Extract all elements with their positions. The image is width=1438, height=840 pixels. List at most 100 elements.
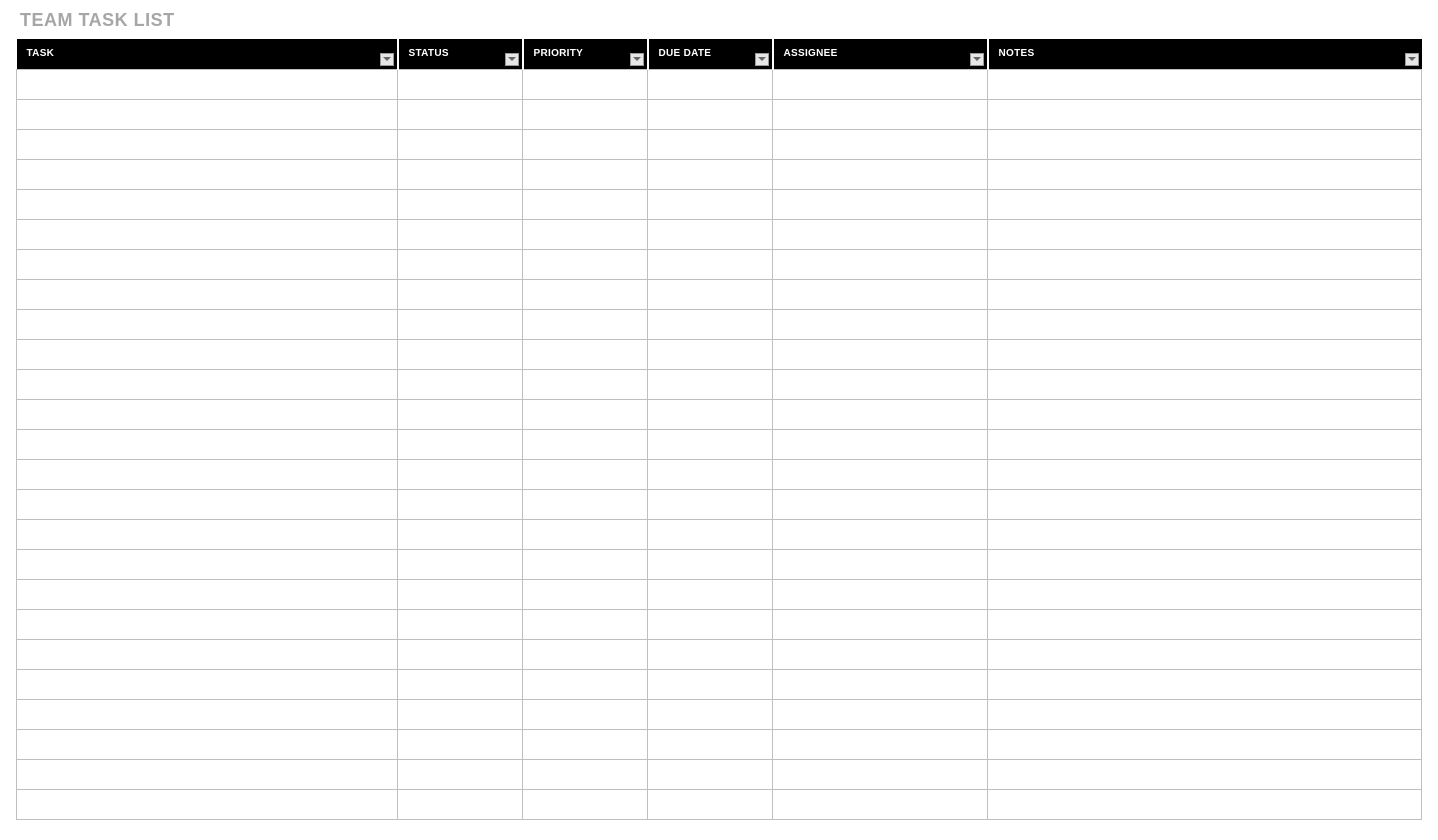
cell-assignee[interactable] <box>773 699 988 729</box>
cell-task[interactable] <box>17 429 398 459</box>
cell-notes[interactable] <box>988 219 1422 249</box>
cell-status[interactable] <box>398 399 523 429</box>
cell-notes[interactable] <box>988 369 1422 399</box>
cell-due_date[interactable] <box>648 579 773 609</box>
cell-priority[interactable] <box>523 729 648 759</box>
cell-notes[interactable] <box>988 249 1422 279</box>
cell-task[interactable] <box>17 759 398 789</box>
cell-assignee[interactable] <box>773 639 988 669</box>
filter-dropdown-icon[interactable] <box>630 53 644 66</box>
cell-notes[interactable] <box>988 309 1422 339</box>
cell-notes[interactable] <box>988 69 1422 99</box>
cell-task[interactable] <box>17 339 398 369</box>
cell-due_date[interactable] <box>648 429 773 459</box>
cell-priority[interactable] <box>523 339 648 369</box>
cell-task[interactable] <box>17 219 398 249</box>
cell-due_date[interactable] <box>648 549 773 579</box>
column-header-status[interactable]: STATUS <box>398 39 523 69</box>
cell-task[interactable] <box>17 279 398 309</box>
cell-due_date[interactable] <box>648 279 773 309</box>
cell-due_date[interactable] <box>648 489 773 519</box>
cell-status[interactable] <box>398 429 523 459</box>
cell-due_date[interactable] <box>648 249 773 279</box>
cell-assignee[interactable] <box>773 279 988 309</box>
cell-status[interactable] <box>398 339 523 369</box>
cell-assignee[interactable] <box>773 789 988 819</box>
cell-priority[interactable] <box>523 399 648 429</box>
cell-due_date[interactable] <box>648 219 773 249</box>
cell-assignee[interactable] <box>773 249 988 279</box>
cell-assignee[interactable] <box>773 759 988 789</box>
cell-assignee[interactable] <box>773 99 988 129</box>
column-header-notes[interactable]: NOTES <box>988 39 1422 69</box>
cell-due_date[interactable] <box>648 69 773 99</box>
cell-notes[interactable] <box>988 159 1422 189</box>
cell-status[interactable] <box>398 189 523 219</box>
cell-due_date[interactable] <box>648 129 773 159</box>
cell-assignee[interactable] <box>773 489 988 519</box>
cell-status[interactable] <box>398 729 523 759</box>
cell-due_date[interactable] <box>648 639 773 669</box>
cell-task[interactable] <box>17 699 398 729</box>
cell-notes[interactable] <box>988 399 1422 429</box>
cell-priority[interactable] <box>523 279 648 309</box>
cell-notes[interactable] <box>988 699 1422 729</box>
cell-due_date[interactable] <box>648 189 773 219</box>
cell-status[interactable] <box>398 759 523 789</box>
cell-task[interactable] <box>17 639 398 669</box>
cell-notes[interactable] <box>988 669 1422 699</box>
cell-notes[interactable] <box>988 189 1422 219</box>
cell-priority[interactable] <box>523 579 648 609</box>
cell-priority[interactable] <box>523 309 648 339</box>
cell-status[interactable] <box>398 459 523 489</box>
cell-notes[interactable] <box>988 789 1422 819</box>
cell-priority[interactable] <box>523 189 648 219</box>
cell-task[interactable] <box>17 69 398 99</box>
cell-task[interactable] <box>17 399 398 429</box>
cell-task[interactable] <box>17 129 398 159</box>
cell-assignee[interactable] <box>773 189 988 219</box>
cell-status[interactable] <box>398 159 523 189</box>
cell-task[interactable] <box>17 459 398 489</box>
cell-priority[interactable] <box>523 459 648 489</box>
cell-assignee[interactable] <box>773 129 988 159</box>
cell-task[interactable] <box>17 99 398 129</box>
cell-status[interactable] <box>398 699 523 729</box>
cell-notes[interactable] <box>988 99 1422 129</box>
cell-task[interactable] <box>17 669 398 699</box>
cell-notes[interactable] <box>988 129 1422 159</box>
cell-assignee[interactable] <box>773 579 988 609</box>
filter-dropdown-icon[interactable] <box>505 53 519 66</box>
cell-priority[interactable] <box>523 99 648 129</box>
cell-due_date[interactable] <box>648 339 773 369</box>
cell-status[interactable] <box>398 639 523 669</box>
cell-task[interactable] <box>17 549 398 579</box>
column-header-task[interactable]: TASK <box>17 39 398 69</box>
cell-priority[interactable] <box>523 369 648 399</box>
cell-priority[interactable] <box>523 699 648 729</box>
cell-due_date[interactable] <box>648 399 773 429</box>
cell-due_date[interactable] <box>648 369 773 399</box>
cell-priority[interactable] <box>523 789 648 819</box>
cell-status[interactable] <box>398 489 523 519</box>
cell-assignee[interactable] <box>773 519 988 549</box>
cell-due_date[interactable] <box>648 699 773 729</box>
cell-notes[interactable] <box>988 729 1422 759</box>
cell-status[interactable] <box>398 369 523 399</box>
cell-notes[interactable] <box>988 549 1422 579</box>
cell-notes[interactable] <box>988 339 1422 369</box>
cell-status[interactable] <box>398 219 523 249</box>
cell-assignee[interactable] <box>773 69 988 99</box>
cell-status[interactable] <box>398 579 523 609</box>
cell-assignee[interactable] <box>773 219 988 249</box>
cell-due_date[interactable] <box>648 519 773 549</box>
filter-dropdown-icon[interactable] <box>1405 53 1419 66</box>
cell-task[interactable] <box>17 159 398 189</box>
cell-assignee[interactable] <box>773 549 988 579</box>
cell-due_date[interactable] <box>648 459 773 489</box>
cell-task[interactable] <box>17 309 398 339</box>
cell-task[interactable] <box>17 579 398 609</box>
cell-task[interactable] <box>17 489 398 519</box>
cell-notes[interactable] <box>988 429 1422 459</box>
filter-dropdown-icon[interactable] <box>970 53 984 66</box>
